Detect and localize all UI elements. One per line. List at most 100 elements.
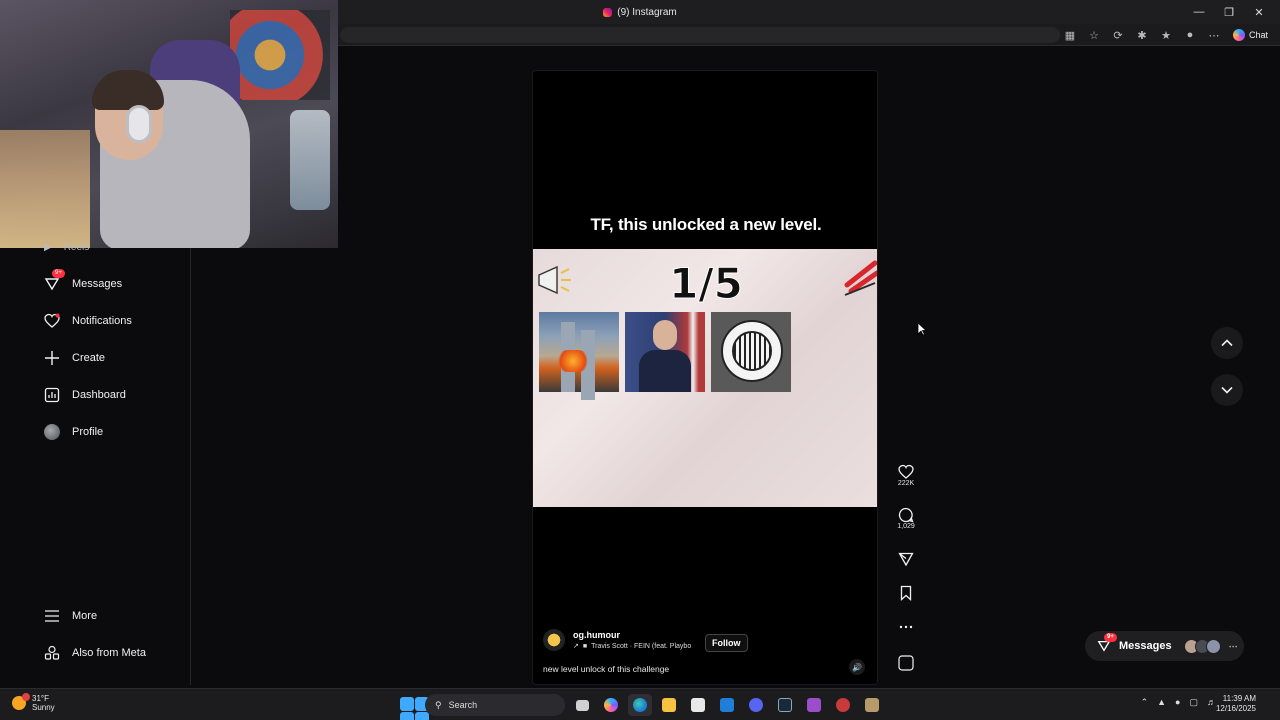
network-app-icon[interactable]: ▲ — [1157, 697, 1166, 708]
minimize-button[interactable]: — — [1184, 0, 1214, 24]
copilot-chat-button[interactable]: Chat — [1227, 27, 1274, 43]
tab-title-text: (9) Instagram — [617, 6, 677, 18]
heart-icon — [44, 313, 60, 329]
sidebar-item-also-from-meta[interactable]: Also from Meta — [44, 643, 146, 663]
edge-app[interactable] — [628, 694, 652, 716]
favorite-star-icon[interactable]: ☆ — [1086, 27, 1102, 43]
sidebar-item-profile[interactable]: Profile — [44, 422, 103, 442]
previous-reel-button[interactable] — [1211, 327, 1243, 359]
mail-icon — [720, 698, 734, 712]
profile-icon[interactable]: ● — [1182, 27, 1198, 43]
chevron-up-icon[interactable]: ⌃ — [1141, 697, 1149, 708]
discord-icon — [749, 698, 763, 712]
more-options-button[interactable] — [893, 619, 919, 635]
steam-icon — [778, 698, 792, 712]
meta-icon — [44, 645, 60, 661]
reel-description: new level unlock of this challenge — [543, 664, 670, 674]
sidebar-item-dashboard[interactable]: Dashboard — [44, 385, 126, 405]
address-bar[interactable] — [340, 27, 1060, 43]
thumbnail-towers — [539, 312, 619, 400]
app-photo[interactable] — [860, 694, 884, 716]
store-app[interactable] — [686, 694, 710, 716]
copilot-app[interactable] — [599, 694, 623, 716]
app-icon — [865, 698, 879, 712]
messages-badge: 9+ — [52, 269, 65, 278]
close-button[interactable]: ✕ — [1244, 0, 1274, 24]
taskbar-clock[interactable]: 11:39 AM 12/16/2025 — [1216, 694, 1256, 714]
messages-icon: 9+ — [44, 269, 65, 292]
windows-logo-icon — [400, 697, 429, 720]
file-explorer-app[interactable] — [657, 694, 681, 716]
comment-count: 1,029 — [897, 523, 915, 530]
task-view-button[interactable] — [570, 694, 594, 716]
clock-date: 12/16/2025 — [1215, 704, 1256, 713]
app-red[interactable] — [831, 694, 855, 716]
edge-icon — [633, 698, 647, 712]
volume-icon[interactable]: ♬ — [1207, 697, 1216, 708]
favorites-icon[interactable]: ★ — [1158, 27, 1174, 43]
start-button[interactable] — [396, 694, 429, 720]
search-icon: ⚲ — [435, 699, 442, 710]
save-button[interactable] — [893, 585, 919, 601]
chevron-down-icon — [1221, 386, 1233, 394]
weather-widget[interactable]: 31°F Sunny — [12, 693, 55, 712]
app-icon — [807, 698, 821, 712]
send-icon — [898, 552, 914, 567]
display-icon[interactable]: ▢ — [1189, 697, 1198, 708]
ellipsis-icon — [899, 625, 913, 629]
sidebar-item-more[interactable]: More — [44, 606, 97, 626]
steam-app[interactable] — [773, 694, 797, 716]
store-icon — [691, 698, 705, 712]
follow-button[interactable]: Follow — [705, 634, 748, 652]
more-menu-icon[interactable]: ⋯ — [1206, 27, 1222, 43]
messages-pill-label: Messages — [1119, 640, 1172, 652]
avatar[interactable] — [543, 629, 565, 651]
outlook-app[interactable] — [715, 694, 739, 716]
app-available-icon[interactable]: ▦ — [1062, 27, 1078, 43]
messages-icon: 9+ — [1097, 633, 1117, 653]
sidebar-item-reels[interactable]: ▶ Reels — [44, 242, 89, 253]
discord-app[interactable] — [744, 694, 768, 716]
plus-icon — [44, 350, 60, 366]
headset — [126, 105, 152, 143]
volume-icon[interactable]: 🔊 — [849, 659, 865, 675]
messages-pill[interactable]: 9+ Messages ⋯ — [1085, 631, 1244, 661]
refresh-extension-icon[interactable]: ⟳ — [1110, 27, 1126, 43]
taskbar-search[interactable]: ⚲ Search — [425, 694, 565, 716]
arrow-up-right-icon: ↗ — [573, 643, 579, 650]
thumbnail-federal-reserve-seal — [711, 312, 791, 392]
bookmark-icon — [900, 585, 912, 601]
audio-square-icon — [898, 655, 914, 671]
restore-button[interactable]: ❐ — [1214, 0, 1244, 24]
next-reel-button[interactable] — [1211, 374, 1243, 406]
like-button[interactable]: 222K — [893, 464, 919, 487]
recent-chat-avatars — [1183, 638, 1221, 654]
tab-title[interactable]: (9) Instagram — [603, 6, 677, 18]
windows-taskbar: 31°F Sunny ⚲ Search ⌃ ▲ ● ▢ ♬ 11:39 AM 1… — [0, 688, 1280, 720]
reel-audio[interactable]: ↗ ■ Travis Scott · FEIN (feat. Playbo — [573, 642, 691, 651]
extensions-icon[interactable]: ✱ — [1134, 27, 1150, 43]
more-avatars-icon: ⋯ — [1228, 640, 1238, 651]
dashboard-icon — [44, 387, 60, 403]
folder-icon — [662, 698, 676, 712]
search-placeholder: Search — [448, 700, 478, 710]
sidebar-item-messages[interactable]: 9+ Messages — [44, 269, 122, 294]
share-button[interactable] — [893, 551, 919, 567]
avatar — [44, 424, 60, 440]
reel-author[interactable]: og.humour ↗ ■ Travis Scott · FEIN (feat.… — [543, 629, 691, 651]
reel-video[interactable]: TF, this unlocked a new level. 1/5 og.hu… — [532, 70, 878, 685]
reel-username[interactable]: og.humour — [573, 630, 691, 640]
audio-thumbnail[interactable] — [893, 655, 919, 671]
comment-button[interactable]: 1,029 — [893, 507, 919, 530]
chevron-up-icon — [1221, 339, 1233, 347]
task-view-icon — [575, 699, 589, 711]
instagram-icon — [603, 7, 613, 17]
system-tray: ⌃ ▲ ● ▢ ♬ — [1141, 697, 1216, 708]
sidebar-item-create[interactable]: Create — [44, 348, 105, 368]
app-purple[interactable] — [802, 694, 826, 716]
reel-content-panel: 1/5 — [533, 249, 877, 507]
reels-icon: ▶ — [44, 242, 52, 253]
microphone-icon[interactable]: ● — [1175, 697, 1180, 708]
sidebar-item-notifications[interactable]: Notifications — [44, 311, 132, 331]
red-stroke-decoration — [844, 260, 877, 296]
